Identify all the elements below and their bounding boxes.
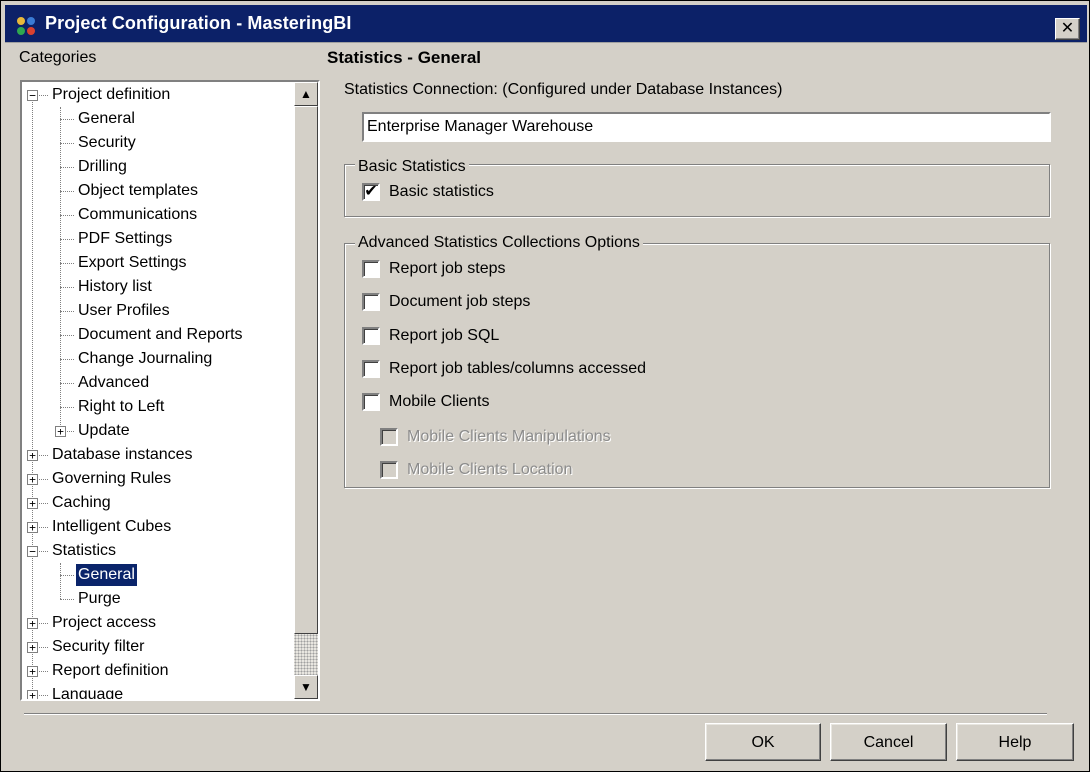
tree-item-caching[interactable]: Caching — [50, 491, 113, 515]
tree-item-advanced[interactable]: Advanced — [76, 371, 151, 395]
tree-item-export-settings[interactable]: Export Settings — [76, 251, 189, 275]
tree-connector — [60, 311, 74, 312]
expand-icon[interactable]: + — [27, 618, 38, 629]
title-bar[interactable]: Project Configuration - MasteringBI ✕ — [5, 5, 1087, 43]
expand-icon[interactable]: + — [27, 642, 38, 653]
tree-item-purge[interactable]: Purge — [76, 587, 123, 611]
tree-item-drilling[interactable]: Drilling — [76, 155, 129, 179]
tree-connector — [60, 599, 74, 600]
tree-item-general[interactable]: General — [76, 107, 137, 131]
tree-connector — [60, 143, 74, 144]
tree-item-governing-rules[interactable]: Governing Rules — [50, 467, 173, 491]
tree-connector — [60, 407, 74, 408]
checkbox-mobile-clients-manipulations — [380, 428, 398, 446]
option-label: Report job tables/columns accessed — [389, 360, 647, 377]
help-button[interactable]: Help — [956, 723, 1074, 761]
cancel-button[interactable]: Cancel — [830, 723, 947, 761]
tree-item-project-access[interactable]: Project access — [50, 611, 158, 635]
window-title: Project Configuration - MasteringBI — [45, 13, 352, 33]
option-label: Report job steps — [389, 260, 506, 277]
option-label: Mobile Clients — [389, 393, 490, 410]
tree-item-right-to-left[interactable]: Right to Left — [76, 395, 166, 419]
scroll-up-icon[interactable]: ▲ — [294, 82, 318, 106]
option-label: Mobile Clients Location — [407, 461, 573, 478]
option-label: Basic statistics — [389, 183, 494, 200]
collapse-icon[interactable]: − — [27, 90, 38, 101]
tree-item-history-list[interactable]: History list — [76, 275, 154, 299]
tree-item-intelligent-cubes[interactable]: Intelligent Cubes — [50, 515, 173, 539]
tree-connector — [60, 239, 74, 240]
tree-connector — [60, 167, 74, 168]
tree-connector — [60, 263, 74, 264]
expand-icon[interactable]: + — [27, 666, 38, 677]
tree-item-database-instances[interactable]: Database instances — [50, 443, 195, 467]
checkbox-mobile-clients-location — [380, 461, 398, 479]
statistics-connection-field[interactable] — [362, 112, 1051, 142]
tree-trunk — [32, 95, 33, 695]
tree-item-report-definition[interactable]: Report definition — [50, 659, 171, 683]
tree-item-object-templates[interactable]: Object templates — [76, 179, 200, 203]
tree-item-user-profiles[interactable]: User Profiles — [76, 299, 172, 323]
tree-connector — [60, 119, 74, 120]
tree-item-security-filter[interactable]: Security filter — [50, 635, 146, 659]
project-configuration-dialog: Project Configuration - MasteringBI ✕ Ca… — [0, 0, 1090, 772]
app-icon — [17, 17, 35, 35]
option-label: Report job SQL — [389, 327, 500, 344]
tree-item-language[interactable]: Language — [50, 683, 125, 699]
checked-checkbox-basic-statistics[interactable]: ✔ — [362, 183, 380, 201]
tree-item-pdf-settings[interactable]: PDF Settings — [76, 227, 174, 251]
option-label: Document job steps — [389, 293, 531, 310]
tree-item-statistics[interactable]: Statistics — [50, 539, 118, 563]
scroll-down-icon[interactable]: ▼ — [294, 675, 318, 699]
tree-trunk — [60, 563, 61, 599]
checkbox-report-job-steps[interactable] — [362, 260, 380, 278]
expand-icon[interactable]: + — [27, 450, 38, 461]
expand-icon[interactable]: + — [27, 474, 38, 485]
checkbox-report-job-tables-columns-accessed[interactable] — [362, 360, 380, 378]
ok-button[interactable]: OK — [705, 723, 821, 761]
tree-item-general[interactable]: General — [75, 563, 138, 587]
expand-icon[interactable]: + — [55, 426, 66, 437]
categories-tree[interactable]: − Project definition General Security Drilli… — [20, 80, 320, 701]
expand-icon[interactable]: + — [27, 690, 38, 699]
basic-statistics-legend: Basic Statistics — [355, 158, 469, 176]
checkbox-document-job-steps[interactable] — [362, 293, 380, 311]
tree-scrollbar[interactable]: ▲ ▼ — [294, 82, 318, 699]
tree-item-update[interactable]: Update — [76, 419, 132, 443]
section-title: Statistics - General — [327, 48, 482, 67]
checkbox-report-job-sql[interactable] — [362, 327, 380, 345]
tree-connector — [60, 191, 74, 192]
statistics-connection-label: Statistics Connection: (Configured under… — [344, 81, 783, 98]
checkbox-mobile-clients[interactable] — [362, 393, 380, 411]
advanced-statistics-legend: Advanced Statistics Collections Options — [355, 234, 643, 252]
tree-item-project-definition[interactable]: Project definition — [50, 83, 172, 107]
tree-item-change-journaling[interactable]: Change Journaling — [76, 347, 214, 371]
tree-item-security[interactable]: Security — [76, 131, 138, 155]
tree-connector — [60, 335, 74, 336]
collapse-icon[interactable]: − — [27, 546, 38, 557]
tree-content: − Project definition General Security Drilli… — [22, 82, 294, 699]
close-icon[interactable]: ✕ — [1055, 18, 1080, 40]
tree-item-communications[interactable]: Communications — [76, 203, 199, 227]
tree-connector — [60, 215, 74, 216]
button-separator — [24, 713, 1047, 715]
tree-connector — [60, 287, 74, 288]
option-label: Mobile Clients Manipulations — [407, 428, 611, 445]
tree-connector — [60, 575, 74, 576]
scroll-thumb[interactable] — [294, 106, 318, 634]
expand-icon[interactable]: + — [27, 522, 38, 533]
expand-icon[interactable]: + — [27, 498, 38, 509]
tree-connector — [60, 383, 74, 384]
categories-label: Categories — [19, 49, 97, 66]
tree-item-document-and-reports[interactable]: Document and Reports — [76, 323, 245, 347]
scroll-track[interactable] — [294, 634, 318, 675]
tree-connector — [60, 359, 74, 360]
